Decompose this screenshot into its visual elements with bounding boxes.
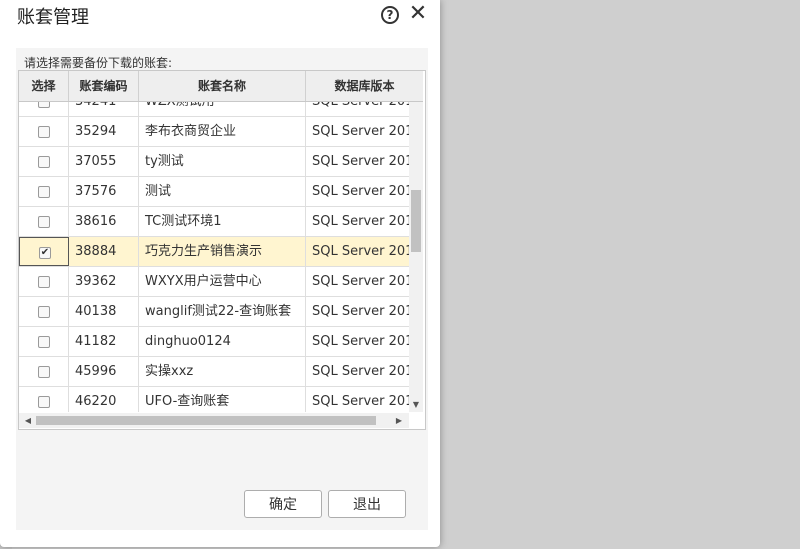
select-cell: ✔ — [19, 237, 69, 266]
row-checkbox[interactable] — [38, 336, 50, 348]
table-row[interactable]: 39362WXYX用户运营中心 SQL Server 2016 — [19, 267, 409, 297]
vertical-scrollbar[interactable]: ▼ — [409, 102, 423, 412]
account-code-cell: 37055 — [69, 147, 139, 176]
select-cell — [19, 102, 69, 116]
db-version-cell: SQL Server 2016 — [312, 394, 409, 409]
scroll-down-icon[interactable]: ▼ — [409, 400, 423, 410]
grid-rows: 34241WZX测试用SQL Server 201635294李布衣商贸企业SQ… — [19, 102, 409, 412]
table-row[interactable]: 40138wanglif测试22-查询账套 SQL Server 2016 — [19, 297, 409, 327]
confirm-button[interactable]: 确定 — [244, 490, 322, 518]
table-row[interactable]: 37576测试 SQL Server 2016 — [19, 177, 409, 207]
account-code-cell: 46220 — [69, 387, 139, 412]
vertical-scroll-thumb[interactable] — [411, 190, 421, 252]
account-grid: 选择 账套编码 账套名称 数据库版本 34241WZX测试用SQL Server… — [18, 70, 426, 430]
db-version-cell: SQL Server 2016 — [306, 102, 409, 116]
select-cell — [19, 387, 69, 412]
account-name-cell: WZX测试用 — [139, 102, 306, 116]
table-row[interactable]: 35294李布衣商贸企业 SQL Server 2016 — [19, 117, 409, 147]
table-row[interactable]: ✔ 38884巧克力生产销售演示 SQL Server 2016 — [19, 237, 409, 267]
account-code-cell: 37576 — [69, 177, 139, 206]
row-checkbox[interactable] — [38, 126, 50, 138]
row-checkbox[interactable] — [38, 102, 50, 108]
account-code-cell: 41182 — [69, 327, 139, 356]
account-name-cell: 李布衣商贸企业 — [139, 117, 306, 146]
account-name-cell: 巧克力生产销售演示 — [139, 237, 306, 266]
account-code-cell: 34241 — [69, 102, 139, 116]
account-name-cell: 测试 — [139, 177, 306, 206]
dialog-title-bar: 账套管理 ? ✕ — [0, 0, 440, 32]
account-code-cell: 39362 — [69, 267, 139, 296]
row-checkbox[interactable] — [38, 366, 50, 378]
table-row[interactable]: 34241WZX测试用SQL Server 2016 — [19, 102, 409, 117]
row-checkbox[interactable] — [38, 156, 50, 168]
select-cell — [19, 117, 69, 146]
account-name-cell: wanglif测试22-查询账套 — [139, 297, 306, 326]
grid-body[interactable]: 34241WZX测试用SQL Server 201635294李布衣商贸企业SQ… — [19, 102, 409, 412]
db-version-cell: SQL Server 2016 — [312, 364, 409, 379]
row-checkbox[interactable] — [38, 396, 50, 408]
row-checkbox[interactable] — [38, 186, 50, 198]
db-version-cell: SQL Server 2016 — [312, 214, 409, 229]
dialog-title: 账套管理 — [17, 7, 89, 28]
account-code-cell: 38884 — [69, 237, 139, 266]
account-name-cell: ty测试 — [139, 147, 306, 176]
account-name-cell: TC测试环境1 — [139, 207, 306, 236]
select-cell — [19, 267, 69, 296]
instruction-text: 请选择需要备份下载的账套: — [24, 56, 173, 70]
account-name-cell: dinghuo0124 — [139, 327, 306, 356]
select-cell — [19, 327, 69, 356]
column-header-name[interactable]: 账套名称 — [139, 71, 306, 101]
horizontal-scroll-thumb[interactable] — [36, 416, 376, 425]
select-cell — [19, 177, 69, 206]
account-name-cell: WXYX用户运营中心 — [139, 267, 306, 296]
horizontal-scrollbar[interactable]: ◀ ▶ — [19, 413, 409, 428]
scroll-right-icon[interactable]: ▶ — [392, 413, 406, 428]
db-version-cell: SQL Server 2016 — [312, 124, 409, 139]
select-cell — [19, 147, 69, 176]
table-row[interactable]: 37055ty测试 SQL Server 2016 — [19, 147, 409, 177]
row-checkbox[interactable] — [38, 306, 50, 318]
select-cell — [19, 207, 69, 236]
close-icon[interactable]: ✕ — [408, 3, 428, 25]
account-code-cell: 38616 — [69, 207, 139, 236]
db-version-cell: SQL Server 2016 — [312, 184, 409, 199]
column-header-select[interactable]: 选择 — [19, 71, 69, 101]
dialog-content: 请选择需要备份下载的账套: 选择 账套编码 账套名称 数据库版本 34241WZ… — [16, 48, 428, 530]
account-name-cell: UFO-查询账套 — [139, 387, 306, 412]
table-row[interactable]: 45996实操xxz SQL Server 2016 — [19, 357, 409, 387]
row-checkbox[interactable] — [38, 216, 50, 228]
column-header-code[interactable]: 账套编码 — [69, 71, 139, 101]
account-code-cell: 40138 — [69, 297, 139, 326]
table-row[interactable]: 41182dinghuo0124 SQL Server 2016 — [19, 327, 409, 357]
db-version-cell: SQL Server 2016 — [312, 334, 409, 349]
table-row[interactable]: 46220UFO-查询账套 SQL Server 2016 — [19, 387, 409, 412]
account-name-cell: 实操xxz — [139, 357, 306, 386]
account-management-dialog: 账套管理 ? ✕ 请选择需要备份下载的账套: 选择 账套编码 账套名称 数据库版… — [0, 0, 440, 547]
account-code-cell: 35294 — [69, 117, 139, 146]
db-version-cell: SQL Server 2016 — [312, 244, 409, 259]
select-cell — [19, 297, 69, 326]
select-cell — [19, 357, 69, 386]
row-checkbox[interactable]: ✔ — [39, 247, 51, 259]
exit-button[interactable]: 退出 — [328, 490, 406, 518]
column-header-db-version[interactable]: 数据库版本 — [306, 71, 423, 101]
account-code-cell: 45996 — [69, 357, 139, 386]
db-version-cell: SQL Server 2016 — [312, 274, 409, 289]
grid-header: 选择 账套编码 账套名称 数据库版本 — [19, 71, 423, 102]
row-checkbox[interactable] — [38, 276, 50, 288]
db-version-cell: SQL Server 2016 — [312, 304, 409, 319]
table-row[interactable]: 38616TC测试环境1 SQL Server 2016 — [19, 207, 409, 237]
scroll-left-icon[interactable]: ◀ — [21, 413, 35, 428]
help-icon[interactable]: ? — [381, 6, 399, 24]
db-version-cell: SQL Server 2016 — [312, 154, 409, 169]
